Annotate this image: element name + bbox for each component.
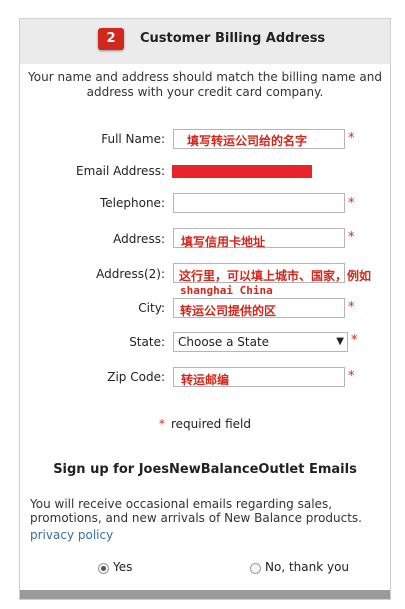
state-label: State: (129, 335, 165, 349)
address-annotation: 填写信用卡地址 (181, 235, 266, 249)
zip-label: Zip Code: (107, 370, 165, 384)
section-title: Customer Billing Address (140, 31, 326, 46)
zip-annotation: 转运邮编 (181, 373, 230, 387)
city-label: City: (138, 301, 165, 315)
required-asterisk: * (348, 369, 355, 384)
required-asterisk: * (348, 196, 355, 211)
step-number-badge: 2 (98, 28, 124, 50)
email-signup-title: Sign up for JoesNewBalanceOutlet Emails (53, 462, 357, 477)
state-selected-value: Choose a State (178, 335, 270, 349)
required-asterisk: * (351, 333, 358, 348)
email-label: Email Address: (76, 164, 165, 178)
state-select[interactable]: Choose a State ▼ (173, 332, 348, 352)
required-note-text: required field (171, 417, 251, 431)
full-name-annotation: 填写转运公司给的名字 (187, 134, 308, 148)
email-redacted-bar (172, 165, 312, 178)
address2-annotation-example: shanghai China (180, 284, 273, 297)
telephone-field[interactable] (173, 193, 345, 213)
signup-yes-radio[interactable] (98, 563, 109, 574)
section-header: 2 Customer Billing Address (20, 19, 390, 64)
address-label: Address: (113, 232, 165, 246)
privacy-policy-link[interactable]: privacy policy (30, 528, 113, 542)
email-signup-description: You will receive occasional emails regar… (30, 497, 362, 525)
city-annotation: 转运公司提供的区 (180, 304, 277, 318)
required-note-star: * (159, 417, 165, 431)
telephone-label: Telephone: (100, 196, 165, 210)
intro-text: Your name and address should match the b… (28, 70, 382, 99)
address2-label: Address(2): (96, 267, 165, 281)
required-field-note: * required field (20, 417, 390, 431)
address2-annotation: 这行里，可以填上城市、国家，例如 (179, 269, 372, 283)
panel-footer-bar (20, 590, 390, 599)
dropdown-arrow-icon: ▼ (336, 336, 344, 347)
full-name-label: Full Name: (101, 132, 165, 146)
signup-no-radio[interactable] (250, 563, 261, 574)
signup-yes-label[interactable]: Yes (113, 560, 132, 574)
signup-no-label[interactable]: No, thank you (265, 560, 349, 574)
required-asterisk: * (348, 230, 355, 245)
required-asterisk: * (348, 300, 355, 315)
required-asterisk: * (348, 131, 355, 146)
billing-address-panel: 2 Customer Billing Address Your name and… (19, 18, 391, 600)
